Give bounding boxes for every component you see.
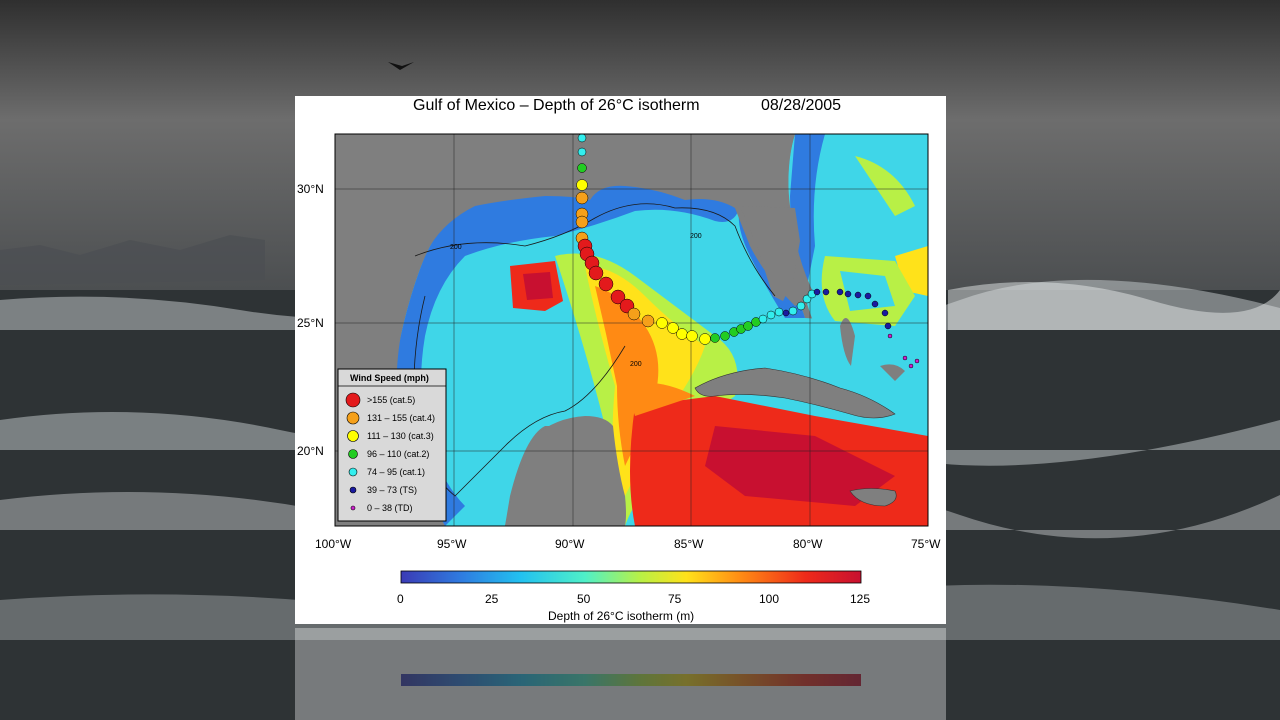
track-point (720, 331, 730, 341)
colorbar-tick: 50 (577, 592, 591, 606)
lon-tick-label: 90°W (555, 537, 585, 551)
map-date: 08/28/2005 (761, 97, 841, 114)
track-point (881, 309, 889, 317)
legend-marker (348, 449, 358, 459)
colorbar: 0 25 50 75 100 125 Depth of 26°C isother… (397, 570, 870, 623)
track-point (577, 163, 587, 173)
colorbar-label: Depth of 26°C isotherm (m) (548, 609, 694, 623)
lat-tick-label: 25°N (297, 316, 324, 330)
track-point (782, 309, 790, 317)
legend-marker (345, 392, 361, 408)
track-point (822, 288, 830, 296)
track-point (575, 191, 589, 205)
contour-label-200: 200 (450, 244, 462, 251)
track-point (577, 147, 587, 157)
track-point (864, 292, 872, 300)
legend-label: 96 – 110 (cat.2) (367, 449, 429, 459)
legend-title: Wind Speed (mph) (350, 373, 429, 383)
track-point (871, 300, 879, 308)
track-point (686, 330, 698, 342)
colorbar-tick: 25 (485, 592, 499, 606)
lat-tick-label: 30°N (297, 182, 324, 196)
legend-label: >155 (cat.5) (367, 395, 415, 405)
legend-label: 39 – 73 (TS) (367, 485, 417, 495)
map-title: Gulf of Mexico – Depth of 26°C isotherm (413, 97, 700, 114)
lon-tick-label: 80°W (793, 537, 823, 551)
legend-marker (349, 486, 357, 494)
legend-label: 0 – 38 (TD) (367, 503, 413, 513)
legend-label: 111 – 130 (cat.3) (367, 431, 434, 441)
colorbar-gradient (400, 570, 862, 584)
contour-label-200-c: 200 (690, 233, 702, 240)
contour-label-200-b: 200 (630, 361, 642, 368)
figure-reflection (295, 628, 946, 720)
legend-marker (350, 505, 356, 511)
colorbar-tick: 100 (759, 592, 779, 606)
track-point (844, 290, 852, 298)
track-point (627, 307, 641, 321)
track-point (641, 314, 655, 328)
legend-label: 74 – 95 (cat.1) (367, 467, 425, 477)
colorbar-tick: 125 (850, 592, 870, 606)
track-point (699, 333, 711, 345)
lat-axis: 30°N 25°N 20°N (297, 182, 324, 458)
colorbar-tick: 0 (397, 592, 404, 606)
track-point (887, 333, 893, 339)
track-point (884, 322, 892, 330)
track-point (774, 307, 784, 317)
colorbar-tick: 75 (668, 592, 682, 606)
track-point (588, 265, 604, 281)
lon-axis: 100°W 95°W 90°W 85°W 80°W 75°W (315, 537, 941, 551)
track-point (796, 301, 806, 311)
track-point (908, 363, 914, 369)
track-point (743, 321, 753, 331)
lat-tick-label: 20°N (297, 444, 324, 458)
track-point (854, 291, 862, 299)
track-point (813, 288, 821, 296)
track-point (577, 134, 587, 143)
track-point (656, 317, 668, 329)
legend-label: 131 – 155 (cat.4) (367, 413, 435, 423)
track-point (788, 306, 798, 316)
lon-tick-label: 75°W (911, 537, 941, 551)
lon-tick-label: 100°W (315, 537, 352, 551)
lon-tick-label: 95°W (437, 537, 467, 551)
lon-tick-label: 85°W (674, 537, 704, 551)
legend-marker (346, 411, 360, 425)
track-point (914, 358, 920, 364)
track-point (576, 179, 588, 191)
track-point (575, 215, 589, 229)
track-point (758, 314, 768, 324)
track-point (710, 333, 720, 343)
wind-speed-legend: Wind Speed (mph) >155 (cat.5) 131 – 155 (… (337, 368, 447, 522)
track-point (836, 288, 844, 296)
map-figure: Gulf of Mexico – Depth of 26°C isotherm … (295, 96, 946, 624)
track-point (598, 276, 614, 292)
legend-marker (347, 430, 359, 442)
track-point (766, 310, 776, 320)
track-point (902, 355, 908, 361)
legend-marker (348, 467, 358, 477)
track-point (676, 328, 688, 340)
